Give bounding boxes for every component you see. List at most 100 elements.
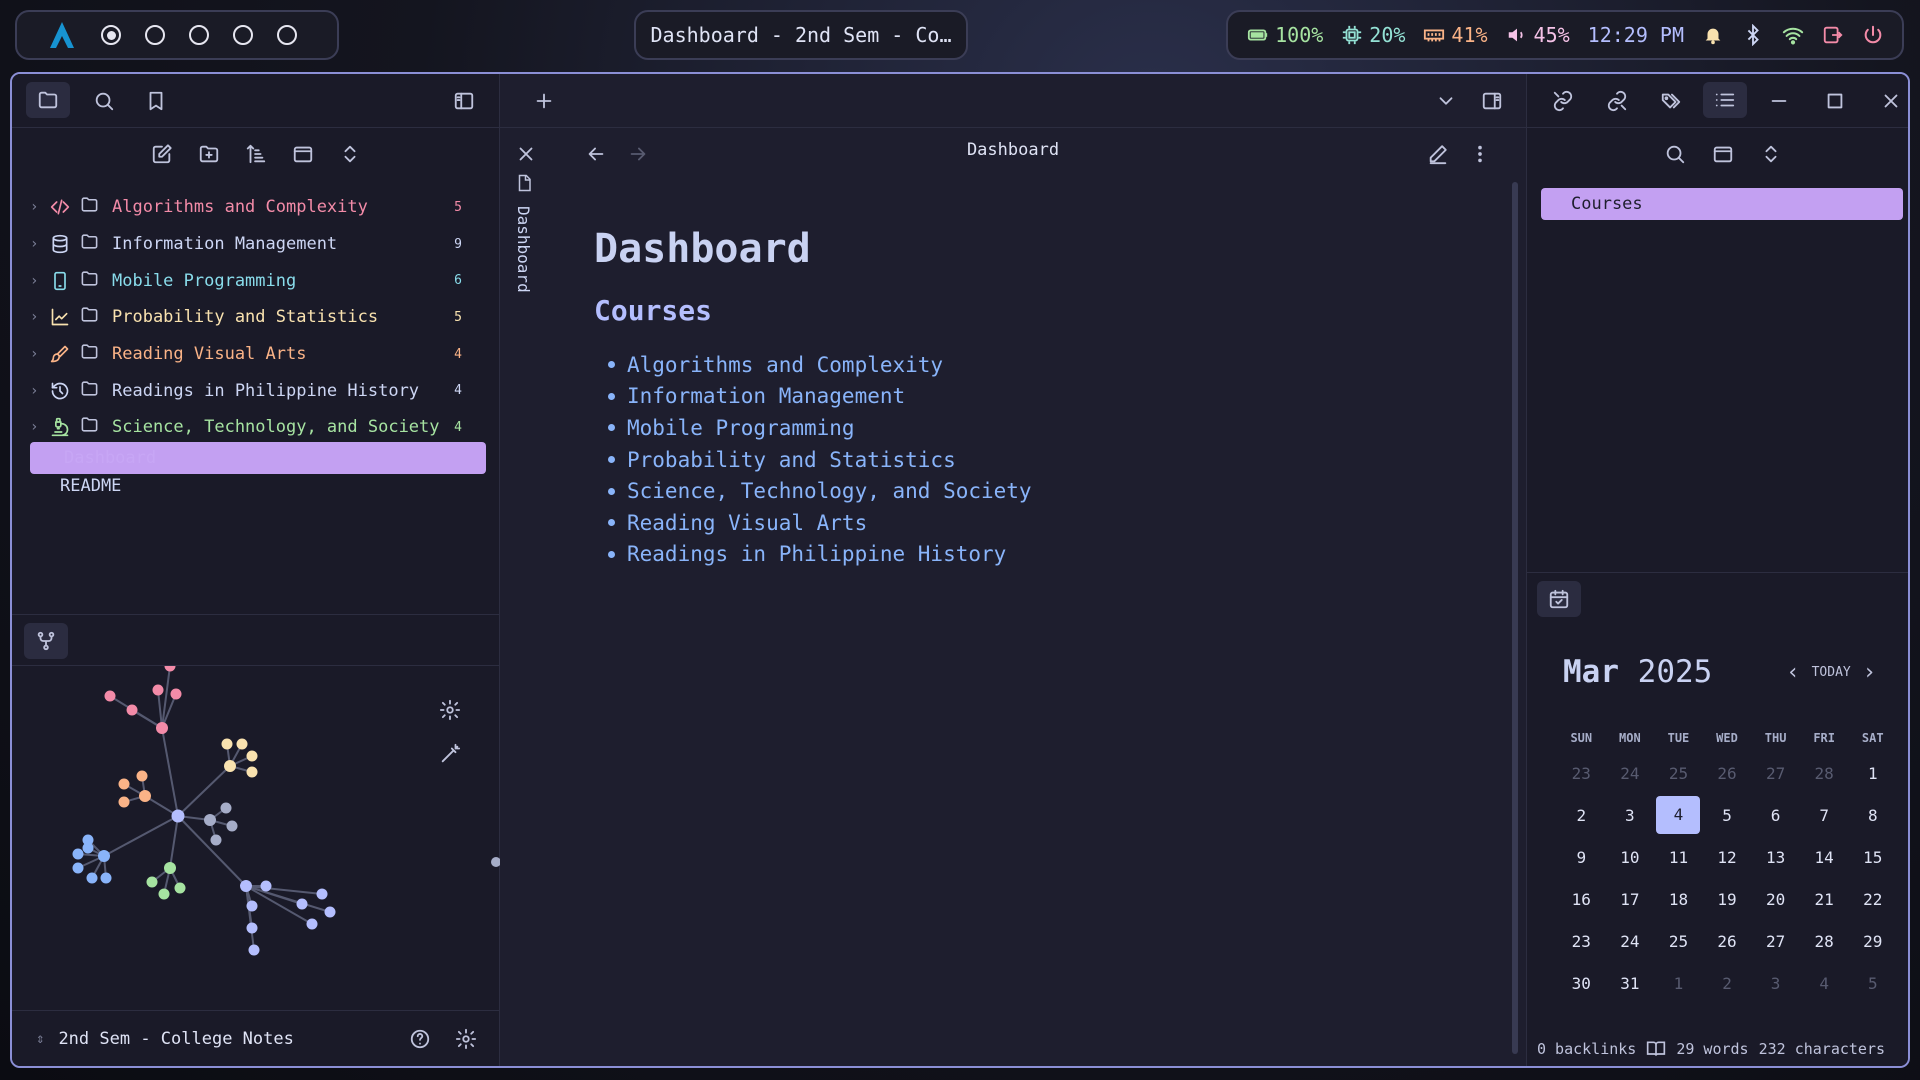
calendar-day-today[interactable]: 4 <box>1656 796 1701 834</box>
graph-node[interactable] <box>100 872 112 884</box>
graph-node[interactable] <box>296 898 308 910</box>
folder-probability-and-statistics[interactable]: › Probability and Statistics 5 <box>30 299 490 336</box>
today-button[interactable]: TODAY <box>1812 665 1851 680</box>
chevron-right-icon[interactable]: › <box>30 383 50 399</box>
workspace-1[interactable] <box>101 25 121 45</box>
note-breadcrumb[interactable]: Dashboard <box>500 140 1526 160</box>
graph-node[interactable] <box>72 848 84 860</box>
course-link[interactable]: Readings in Philippine History <box>608 539 1032 571</box>
graph-node[interactable] <box>246 750 258 762</box>
graph-node[interactable] <box>104 690 116 702</box>
calendar-day[interactable]: 5 <box>1848 974 1897 993</box>
graph-node[interactable] <box>164 666 176 672</box>
calendar-day[interactable]: 15 <box>1848 848 1897 867</box>
outline-heading-courses[interactable]: Courses <box>1541 188 1903 220</box>
help-button[interactable] <box>406 1025 434 1053</box>
outline-collapse-button[interactable] <box>1757 140 1785 168</box>
calendar-day[interactable]: 18 <box>1654 890 1703 909</box>
calendar-day[interactable]: 26 <box>1703 932 1752 951</box>
arch-logo-icon[interactable] <box>47 20 77 50</box>
calendar-day[interactable]: 2 <box>1557 806 1606 825</box>
course-link[interactable]: Information Management <box>608 381 1032 413</box>
calendar-day[interactable]: 10 <box>1606 848 1655 867</box>
calendar-day[interactable]: 21 <box>1800 890 1849 909</box>
graph-node[interactable] <box>152 684 164 696</box>
new-note-button[interactable] <box>148 140 176 168</box>
outline-auto-expand-button[interactable] <box>1709 140 1737 168</box>
calendar-day[interactable]: 24 <box>1606 764 1655 783</box>
course-link[interactable]: Reading Visual Arts <box>608 507 1032 539</box>
volume-status[interactable]: 45% <box>1506 23 1570 47</box>
minimize-button[interactable] <box>1765 87 1793 115</box>
battery-status[interactable]: 100% <box>1247 23 1323 47</box>
calendar-day[interactable]: 13 <box>1751 848 1800 867</box>
chevron-right-icon[interactable]: › <box>30 236 50 252</box>
graph-node[interactable] <box>146 876 158 888</box>
calendar-day[interactable]: 24 <box>1606 932 1655 951</box>
logout-button[interactable] <box>1822 24 1844 46</box>
graph-node[interactable] <box>204 814 216 826</box>
tab-list-button[interactable] <box>1432 87 1460 115</box>
calendar-day[interactable]: 12 <box>1703 848 1752 867</box>
calendar-day[interactable]: 3 <box>1751 974 1800 993</box>
calendar-day[interactable]: 1 <box>1848 764 1897 783</box>
graph-node[interactable] <box>246 922 258 934</box>
calendar-day[interactable]: 3 <box>1606 806 1655 825</box>
course-link[interactable]: Algorithms and Complexity <box>608 349 1032 381</box>
auto-reveal-button[interactable] <box>289 140 317 168</box>
calendar-day[interactable]: 4 <box>1800 974 1849 993</box>
file-readme[interactable]: README <box>60 476 121 496</box>
cpu-status[interactable]: 20% <box>1341 23 1405 47</box>
graph-node[interactable] <box>260 880 272 892</box>
graph-settings-button[interactable] <box>436 696 464 724</box>
graph-node[interactable] <box>136 770 148 782</box>
graph-node[interactable] <box>226 820 238 832</box>
expand-collapse-button[interactable] <box>336 140 364 168</box>
calendar-day[interactable]: 16 <box>1557 890 1606 909</box>
calendar-day[interactable]: 7 <box>1800 806 1849 825</box>
search-tab[interactable] <box>90 87 118 115</box>
graph-node[interactable] <box>491 857 500 867</box>
wifi-button[interactable] <box>1782 24 1804 46</box>
graph-node[interactable] <box>158 888 170 900</box>
sort-button[interactable] <box>242 140 270 168</box>
graph-node[interactable] <box>171 809 185 823</box>
calendar-day[interactable]: 29 <box>1848 932 1897 951</box>
book-open-icon[interactable] <box>1646 1039 1666 1059</box>
calendar-day[interactable]: 31 <box>1606 974 1655 993</box>
toggle-right-sidebar-button[interactable] <box>1478 87 1506 115</box>
calendar-day[interactable]: 20 <box>1751 890 1800 909</box>
folder-reading-visual-arts[interactable]: › Reading Visual Arts 4 <box>30 336 490 373</box>
workspace-4[interactable] <box>233 25 253 45</box>
graph-node[interactable] <box>248 944 260 956</box>
graph-animate-button[interactable] <box>436 740 464 768</box>
course-link[interactable]: Mobile Programming <box>608 412 1032 444</box>
calendar-day[interactable]: 23 <box>1557 764 1606 783</box>
calendar-day[interactable]: 11 <box>1654 848 1703 867</box>
notifications-button[interactable] <box>1702 24 1724 46</box>
calendar-day[interactable]: 25 <box>1654 932 1703 951</box>
graph-view-tab[interactable] <box>24 623 68 659</box>
graph-node[interactable] <box>220 802 232 814</box>
graph-node[interactable] <box>98 850 110 862</box>
graph-node[interactable] <box>118 778 130 790</box>
more-options-button[interactable] <box>1466 140 1494 168</box>
graph-node[interactable] <box>210 834 222 846</box>
calendar-day[interactable]: 26 <box>1703 764 1752 783</box>
ram-status[interactable]: 41% <box>1423 23 1488 47</box>
close-window-button[interactable] <box>1877 87 1905 115</box>
calendar-day[interactable]: 14 <box>1800 848 1849 867</box>
calendar-tab[interactable] <box>1537 581 1581 617</box>
file-dashboard[interactable]: Dashboard <box>30 442 486 474</box>
calendar-day[interactable]: 25 <box>1654 764 1703 783</box>
calendar-day[interactable]: 28 <box>1800 764 1849 783</box>
chevron-right-icon[interactable]: › <box>30 309 50 325</box>
workspace-2[interactable] <box>145 25 165 45</box>
chevron-right-icon[interactable]: › <box>30 419 50 435</box>
graph-node[interactable] <box>174 882 186 894</box>
calendar-day[interactable]: 27 <box>1751 764 1800 783</box>
backlinks-tab[interactable] <box>1549 87 1577 115</box>
chevron-right-icon[interactable]: › <box>30 273 50 289</box>
next-month-button[interactable]: › <box>1863 660 1876 685</box>
graph-node[interactable] <box>156 722 168 734</box>
